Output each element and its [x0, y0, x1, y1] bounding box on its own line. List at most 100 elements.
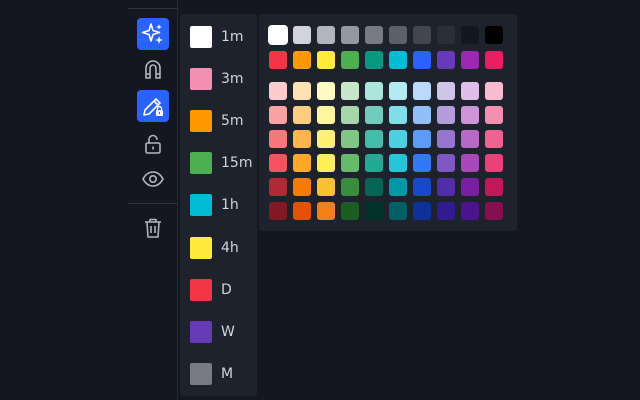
palette-color-swatch[interactable] — [317, 106, 335, 124]
visibility-tool-button[interactable] — [137, 163, 169, 195]
palette-color-swatch[interactable] — [293, 154, 311, 172]
palette-color-swatch[interactable] — [293, 26, 311, 44]
palette-color-swatch[interactable] — [269, 26, 287, 44]
palette-color-swatch[interactable] — [269, 82, 287, 100]
palette-color-swatch[interactable] — [437, 130, 455, 148]
palette-color-swatch[interactable] — [437, 154, 455, 172]
interval-color-swatch[interactable] — [190, 362, 212, 385]
magic-tool-button[interactable] — [137, 18, 169, 50]
palette-color-swatch[interactable] — [389, 26, 407, 44]
palette-color-swatch[interactable] — [413, 130, 431, 148]
palette-color-swatch[interactable] — [389, 130, 407, 148]
palette-color-swatch[interactable] — [341, 26, 359, 44]
interval-row[interactable]: D — [180, 269, 257, 311]
palette-color-swatch[interactable] — [269, 178, 287, 196]
lock-all-tool-button[interactable] — [137, 128, 169, 160]
palette-color-swatch[interactable] — [293, 202, 311, 220]
palette-color-swatch[interactable] — [293, 106, 311, 124]
interval-row[interactable]: 3m — [180, 58, 257, 100]
interval-row[interactable]: 5m — [180, 100, 257, 142]
palette-color-swatch[interactable] — [413, 106, 431, 124]
palette-color-swatch[interactable] — [365, 106, 383, 124]
interval-color-swatch[interactable] — [190, 320, 212, 343]
palette-color-swatch[interactable] — [293, 51, 311, 69]
interval-row[interactable]: 4h — [180, 227, 257, 269]
palette-color-swatch[interactable] — [413, 51, 431, 69]
palette-color-swatch[interactable] — [437, 106, 455, 124]
interval-color-swatch[interactable] — [190, 68, 212, 91]
palette-color-swatch[interactable] — [389, 82, 407, 100]
palette-color-swatch[interactable] — [389, 51, 407, 69]
palette-color-swatch[interactable] — [461, 82, 479, 100]
palette-color-swatch[interactable] — [293, 82, 311, 100]
interval-row[interactable]: M — [180, 353, 257, 395]
delete-tool-button[interactable] — [137, 212, 169, 244]
palette-color-swatch[interactable] — [461, 51, 479, 69]
palette-color-swatch[interactable] — [365, 26, 383, 44]
palette-color-swatch[interactable] — [485, 178, 503, 196]
palette-color-swatch[interactable] — [341, 202, 359, 220]
palette-color-swatch[interactable] — [461, 106, 479, 124]
palette-color-swatch[interactable] — [341, 154, 359, 172]
palette-color-swatch[interactable] — [365, 130, 383, 148]
interval-row[interactable]: 1h — [180, 184, 257, 226]
palette-color-swatch[interactable] — [269, 130, 287, 148]
palette-color-swatch[interactable] — [437, 82, 455, 100]
palette-color-swatch[interactable] — [269, 51, 287, 69]
palette-color-swatch[interactable] — [365, 202, 383, 220]
palette-color-swatch[interactable] — [317, 26, 335, 44]
palette-color-swatch[interactable] — [317, 178, 335, 196]
drawing-lock-tool-button[interactable] — [137, 90, 169, 122]
palette-color-swatch[interactable] — [293, 178, 311, 196]
palette-color-swatch[interactable] — [413, 178, 431, 196]
palette-color-swatch[interactable] — [269, 202, 287, 220]
palette-color-swatch[interactable] — [365, 82, 383, 100]
palette-color-swatch[interactable] — [341, 178, 359, 196]
palette-color-swatch[interactable] — [389, 154, 407, 172]
interval-row[interactable]: 15m — [180, 142, 257, 184]
palette-color-swatch[interactable] — [341, 82, 359, 100]
palette-color-swatch[interactable] — [389, 202, 407, 220]
palette-color-swatch[interactable] — [413, 154, 431, 172]
palette-color-swatch[interactable] — [485, 106, 503, 124]
palette-color-swatch[interactable] — [365, 51, 383, 69]
palette-color-swatch[interactable] — [269, 154, 287, 172]
palette-color-swatch[interactable] — [437, 26, 455, 44]
interval-row[interactable]: W — [180, 311, 257, 353]
magnet-tool-button[interactable] — [137, 53, 169, 85]
palette-color-swatch[interactable] — [293, 130, 311, 148]
palette-color-swatch[interactable] — [341, 130, 359, 148]
palette-color-swatch[interactable] — [317, 154, 335, 172]
palette-color-swatch[interactable] — [389, 178, 407, 196]
interval-color-swatch[interactable] — [190, 194, 212, 217]
palette-color-swatch[interactable] — [365, 154, 383, 172]
palette-color-swatch[interactable] — [461, 130, 479, 148]
palette-color-swatch[interactable] — [413, 202, 431, 220]
palette-color-swatch[interactable] — [461, 202, 479, 220]
palette-color-swatch[interactable] — [317, 82, 335, 100]
palette-color-swatch[interactable] — [341, 106, 359, 124]
interval-color-swatch[interactable] — [190, 110, 212, 133]
palette-color-swatch[interactable] — [485, 130, 503, 148]
interval-color-swatch[interactable] — [190, 236, 212, 259]
palette-color-swatch[interactable] — [437, 51, 455, 69]
palette-color-swatch[interactable] — [461, 178, 479, 196]
palette-color-swatch[interactable] — [365, 178, 383, 196]
palette-color-swatch[interactable] — [485, 154, 503, 172]
palette-color-swatch[interactable] — [437, 178, 455, 196]
palette-color-swatch[interactable] — [317, 51, 335, 69]
interval-color-swatch[interactable] — [190, 278, 212, 301]
interval-row[interactable]: 1m — [180, 16, 257, 58]
palette-color-swatch[interactable] — [485, 51, 503, 69]
palette-color-swatch[interactable] — [485, 82, 503, 100]
palette-color-swatch[interactable] — [485, 202, 503, 220]
palette-color-swatch[interactable] — [485, 26, 503, 44]
palette-color-swatch[interactable] — [389, 106, 407, 124]
palette-color-swatch[interactable] — [461, 26, 479, 44]
interval-color-swatch[interactable] — [190, 152, 212, 175]
interval-color-swatch[interactable] — [190, 26, 212, 48]
palette-color-swatch[interactable] — [413, 26, 431, 44]
palette-color-swatch[interactable] — [317, 130, 335, 148]
palette-color-swatch[interactable] — [437, 202, 455, 220]
palette-color-swatch[interactable] — [269, 106, 287, 124]
